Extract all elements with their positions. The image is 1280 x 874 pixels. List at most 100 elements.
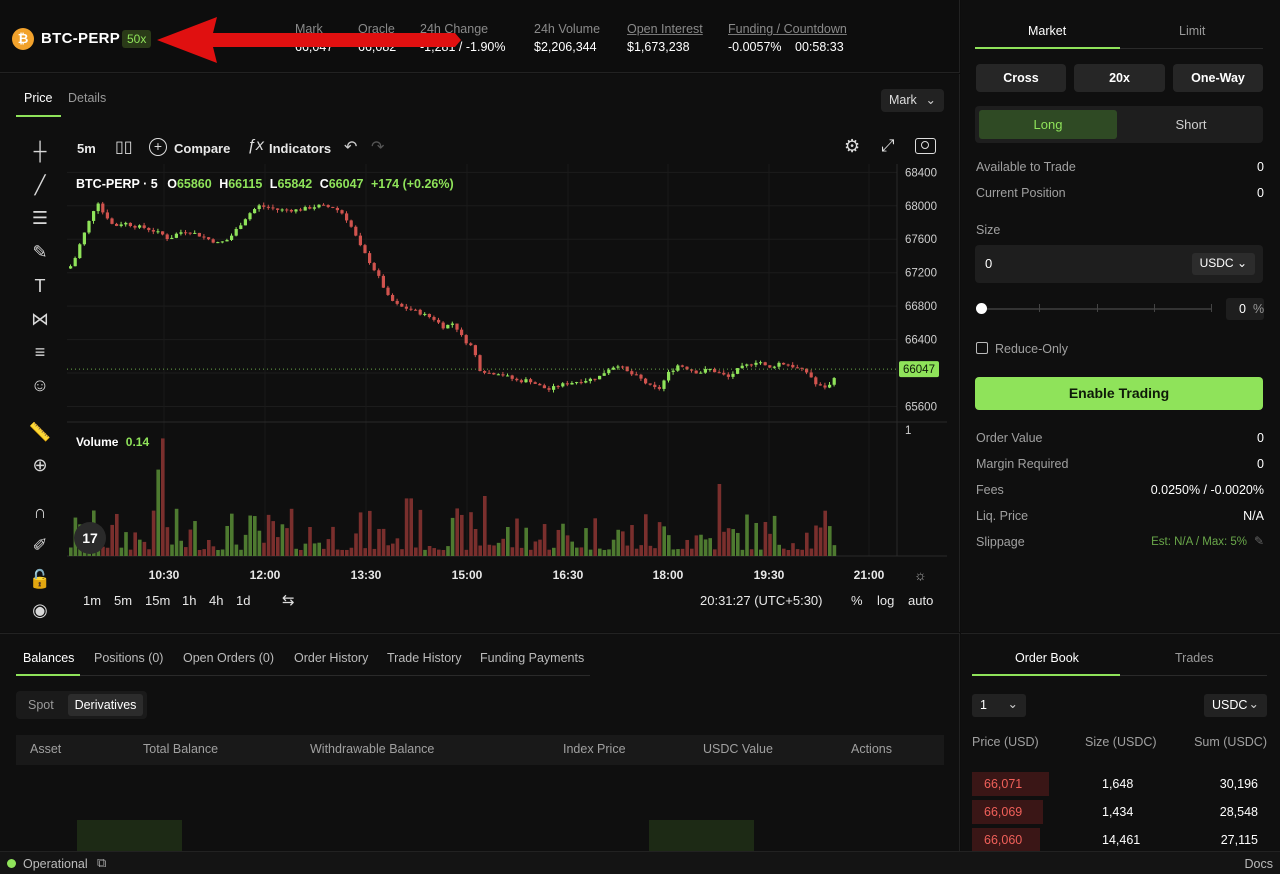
candle-body bbox=[170, 237, 174, 240]
order-book-row[interactable]: 66,069 1,434 28,548 bbox=[972, 800, 1268, 824]
leverage-button[interactable]: 20x bbox=[1074, 64, 1165, 92]
volume-bar bbox=[713, 549, 717, 556]
mark-dropdown[interactable]: Mark ⌄ bbox=[881, 89, 944, 112]
date-range-icon[interactable]: ⇆ bbox=[282, 591, 295, 609]
tab-funding-payments[interactable]: Funding Payments bbox=[480, 651, 584, 665]
tab-divider bbox=[80, 675, 590, 676]
tradingview-logo[interactable]: 17 bbox=[74, 522, 106, 554]
tab-details[interactable]: Details bbox=[68, 91, 106, 105]
size-slider-handle[interactable] bbox=[976, 303, 987, 314]
reduce-only-checkbox[interactable] bbox=[976, 342, 988, 354]
fib-icon[interactable]: ≡ bbox=[28, 342, 52, 366]
tab-balances[interactable]: Balances bbox=[23, 651, 74, 665]
order-book-row[interactable]: 66,060 14,461 27,115 bbox=[972, 828, 1268, 852]
book-unit-dropdown[interactable]: USDC ⌄ bbox=[1204, 694, 1267, 717]
pattern-icon[interactable]: ⋈ bbox=[28, 309, 52, 333]
eye-icon[interactable]: ◉ bbox=[28, 600, 52, 624]
tab-price[interactable]: Price bbox=[24, 91, 52, 105]
volume-bar bbox=[759, 549, 763, 556]
tab-market[interactable]: Market bbox=[1028, 24, 1066, 38]
redo-icon[interactable]: ↷ bbox=[371, 137, 384, 157]
zoom-in-icon[interactable]: ⊕ bbox=[28, 455, 52, 479]
candle-body bbox=[538, 383, 542, 386]
tab-order-book[interactable]: Order Book bbox=[1015, 651, 1079, 665]
trend-line-icon[interactable]: ╱ bbox=[28, 175, 52, 199]
red-arrow-annotation-icon bbox=[157, 17, 461, 63]
text-tool-icon[interactable]: T bbox=[28, 276, 52, 300]
candle-body bbox=[239, 225, 243, 229]
size-slider-track[interactable] bbox=[981, 308, 1211, 310]
short-button[interactable]: Short bbox=[1123, 110, 1259, 139]
lock-drawing-icon[interactable]: ✐ bbox=[28, 535, 52, 559]
tab-order-history[interactable]: Order History bbox=[294, 651, 368, 665]
external-link-icon[interactable]: ⧉ bbox=[97, 855, 106, 871]
candle-body bbox=[285, 209, 289, 211]
segment-derivatives[interactable]: Derivatives bbox=[68, 694, 143, 716]
ask-price: 66,069 bbox=[984, 805, 1023, 819]
candle-body bbox=[524, 379, 528, 383]
indicators-button[interactable]: Indicators bbox=[269, 141, 331, 156]
candle-body bbox=[115, 223, 119, 226]
volume-bar bbox=[584, 528, 588, 556]
tab-positions[interactable]: Positions (0) bbox=[94, 651, 163, 665]
timeframe-1h[interactable]: 1h bbox=[182, 593, 196, 608]
horizontal-lines-icon[interactable]: ☰ bbox=[28, 208, 52, 232]
crosshair-icon[interactable]: ┼ bbox=[28, 141, 52, 165]
timeframe-15m[interactable]: 15m bbox=[145, 593, 170, 608]
stat-open-interest-label[interactable]: Open Interest bbox=[627, 22, 703, 36]
docs-link[interactable]: Docs bbox=[1245, 857, 1273, 871]
grouping-dropdown[interactable]: 1 ⌄ bbox=[972, 694, 1026, 717]
slider-percent-input[interactable]: 0 % bbox=[1226, 298, 1264, 320]
candle-type-icon[interactable]: ▯▯ bbox=[115, 137, 133, 157]
fullscreen-icon[interactable]: ⤢ bbox=[881, 136, 895, 156]
candle-body bbox=[570, 382, 574, 385]
candle-body bbox=[331, 206, 335, 208]
chevron-down-icon: ⌄ bbox=[1236, 256, 1247, 270]
size-input[interactable]: 0 USDC ⌄ bbox=[975, 245, 1263, 283]
margin-mode-button[interactable]: Cross bbox=[976, 64, 1066, 92]
account-panel: Balances Positions (0) Open Orders (0) O… bbox=[0, 633, 960, 851]
position-mode-button[interactable]: One-Way bbox=[1173, 64, 1263, 92]
volume-bar bbox=[782, 548, 786, 556]
col-sum: Sum (USDC) bbox=[1194, 735, 1267, 749]
market-symbol[interactable]: BTC-PERP bbox=[41, 30, 120, 47]
scale-log[interactable]: log bbox=[877, 593, 894, 608]
volume-bar bbox=[492, 545, 496, 556]
timeframe-5m[interactable]: 5m bbox=[114, 593, 132, 608]
scale-percent[interactable]: % bbox=[851, 593, 863, 608]
compare-button[interactable]: Compare bbox=[174, 141, 230, 156]
tab-limit[interactable]: Limit bbox=[1179, 24, 1205, 38]
volume-bar bbox=[377, 528, 381, 556]
price-chart[interactable]: 6840068000676006720066800664006600065600… bbox=[67, 164, 947, 594]
long-button[interactable]: Long bbox=[979, 110, 1117, 139]
undo-icon[interactable]: ↶ bbox=[344, 137, 357, 157]
candle-body bbox=[82, 232, 86, 245]
stat-funding-label[interactable]: Funding / Countdown bbox=[728, 22, 847, 36]
enable-trading-button[interactable]: Enable Trading bbox=[975, 377, 1263, 410]
timeframe-4h[interactable]: 4h bbox=[209, 593, 223, 608]
volume-bar bbox=[414, 547, 418, 556]
segment-spot[interactable]: Spot bbox=[28, 698, 54, 712]
magnet-icon[interactable]: ∩ bbox=[28, 502, 52, 526]
lock-icon[interactable]: 🔓 bbox=[28, 569, 52, 593]
candle-body bbox=[703, 369, 707, 373]
timeframe-1d[interactable]: 1d bbox=[236, 593, 250, 608]
tab-trades[interactable]: Trades bbox=[1175, 651, 1213, 665]
candle-body bbox=[262, 205, 266, 207]
tab-trade-history[interactable]: Trade History bbox=[387, 651, 462, 665]
order-book-row[interactable]: 66,071 1,648 30,196 bbox=[972, 772, 1268, 796]
size-unit-dropdown[interactable]: USDC ⌄ bbox=[1191, 253, 1255, 275]
edit-pencil-icon[interactable]: ✎ bbox=[1254, 534, 1264, 548]
stat-24h-volume-label: 24h Volume bbox=[534, 22, 601, 36]
brush-icon[interactable]: ✎ bbox=[28, 242, 52, 266]
settings-gear-icon[interactable]: ⚙ bbox=[844, 136, 860, 157]
ruler-icon[interactable]: 📏 bbox=[28, 422, 52, 446]
interval-button[interactable]: 5m bbox=[77, 141, 96, 156]
timeframe-1m[interactable]: 1m bbox=[83, 593, 101, 608]
compare-plus-icon[interactable]: + bbox=[149, 138, 167, 156]
candle-body bbox=[828, 384, 832, 388]
tab-open-orders[interactable]: Open Orders (0) bbox=[183, 651, 274, 665]
emoji-icon[interactable]: ☺ bbox=[28, 375, 52, 399]
scale-auto[interactable]: auto bbox=[908, 593, 933, 608]
camera-icon[interactable] bbox=[915, 138, 936, 154]
